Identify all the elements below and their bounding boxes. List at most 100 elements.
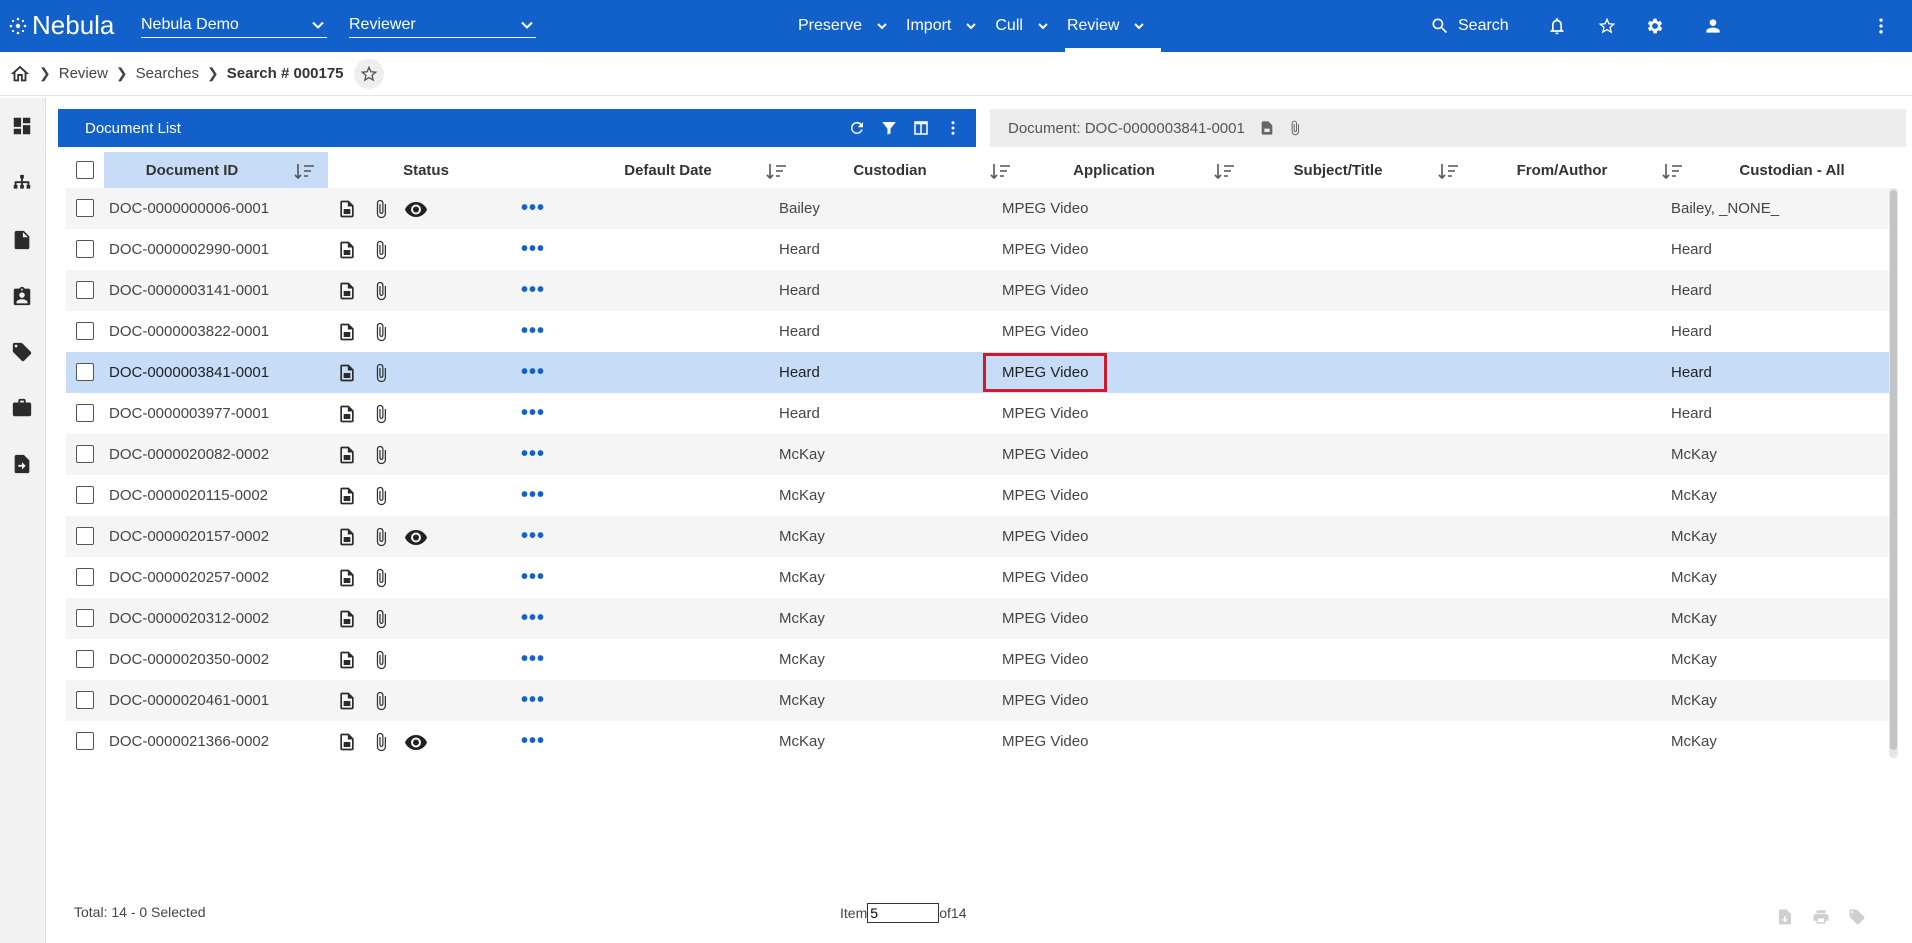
row-checkbox[interactable] — [76, 199, 94, 217]
sort-icon[interactable] — [294, 162, 316, 180]
sidebar-documents[interactable] — [10, 228, 34, 252]
table-row[interactable]: DOC-0000002990-0001 ••• Heard MPEG Video Hea… — [66, 229, 1890, 270]
video-file-icon[interactable] — [336, 239, 358, 261]
column-header-document-id[interactable]: Document ID — [104, 152, 328, 188]
paperclip-icon[interactable] — [370, 690, 392, 712]
video-file-icon[interactable] — [336, 362, 358, 384]
video-file-icon[interactable] — [336, 280, 358, 302]
paperclip-icon[interactable] — [370, 485, 392, 507]
row-actions-menu[interactable]: ••• — [521, 721, 545, 762]
row-checkbox[interactable] — [76, 281, 94, 299]
table-row[interactable]: DOC-0000003977-0001 ••• Heard MPEG Video Hea… — [66, 393, 1890, 434]
video-file-icon[interactable] — [336, 649, 358, 671]
sidebar-hierarchy[interactable] — [10, 172, 34, 196]
column-header-subject-title[interactable]: Subject/Title — [1254, 152, 1468, 188]
more-horizontal-icon[interactable]: ••• — [521, 730, 545, 753]
scrollbar-thumb[interactable] — [1890, 190, 1897, 750]
sort-icon[interactable] — [990, 162, 1012, 180]
more-horizontal-icon[interactable]: ••• — [521, 279, 545, 302]
nav-review[interactable]: Review — [1064, 0, 1162, 52]
cell-document-id[interactable]: DOC-0000000006-0001 — [109, 188, 269, 229]
cell-document-id[interactable]: DOC-0000020461-0001 — [109, 680, 269, 721]
table-row[interactable]: DOC-0000000006-0001 ••• Bailey MPEG Video Ba… — [66, 188, 1890, 229]
select-all-checkbox[interactable] — [76, 161, 94, 179]
cell-document-id[interactable]: DOC-0000021366-0002 — [109, 721, 269, 762]
row-actions-menu[interactable]: ••• — [521, 270, 545, 311]
chevron-down-icon[interactable] — [1133, 20, 1145, 32]
notifications-button[interactable] — [1547, 16, 1567, 36]
table-row[interactable]: DOC-0000020350-0002 ••• McKay MPEG Video McK… — [66, 639, 1890, 680]
chevron-down-icon[interactable] — [876, 20, 888, 32]
table-row[interactable]: DOC-0000020082-0002 ••• McKay MPEG Video McK… — [66, 434, 1890, 475]
breadcrumb-review[interactable]: Review — [59, 65, 108, 82]
row-actions-menu[interactable]: ••• — [521, 188, 545, 229]
more-horizontal-icon[interactable]: ••• — [521, 484, 545, 507]
column-header-custodian[interactable]: Custodian — [806, 152, 1020, 188]
paperclip-icon[interactable] — [370, 362, 392, 384]
sort-icon[interactable] — [766, 162, 788, 180]
video-file-icon[interactable] — [1259, 120, 1275, 136]
paperclip-icon[interactable] — [370, 239, 392, 261]
row-checkbox[interactable] — [76, 527, 94, 545]
more-horizontal-icon[interactable]: ••• — [521, 648, 545, 671]
video-file-icon[interactable] — [336, 567, 358, 589]
document-viewer-tab[interactable]: Document: DOC-0000003841-0001 — [990, 109, 1906, 147]
search-button[interactable]: Search — [1430, 16, 1509, 36]
sidebar-export[interactable] — [10, 452, 34, 476]
paperclip-icon[interactable] — [370, 444, 392, 466]
video-file-icon[interactable] — [336, 608, 358, 630]
sort-icon[interactable] — [1438, 162, 1460, 180]
grid-scrollbar[interactable] — [1889, 188, 1898, 758]
row-checkbox[interactable] — [76, 691, 94, 709]
row-checkbox[interactable] — [76, 650, 94, 668]
row-checkbox[interactable] — [76, 568, 94, 586]
filter-icon[interactable] — [880, 119, 898, 137]
cell-document-id[interactable]: DOC-0000003977-0001 — [109, 393, 269, 434]
column-header-status[interactable]: Status — [366, 152, 486, 188]
row-checkbox[interactable] — [76, 322, 94, 340]
paperclip-icon[interactable] — [370, 608, 392, 630]
video-file-icon[interactable] — [336, 321, 358, 343]
sidebar-cases[interactable] — [10, 396, 34, 420]
nav-cull[interactable]: Cull — [993, 0, 1051, 52]
cell-document-id[interactable]: DOC-0000020257-0002 — [109, 557, 269, 598]
cell-document-id[interactable]: DOC-0000020082-0002 — [109, 434, 269, 475]
row-actions-menu[interactable]: ••• — [521, 598, 545, 639]
paperclip-icon[interactable] — [370, 280, 392, 302]
paperclip-icon[interactable] — [370, 321, 392, 343]
cell-document-id[interactable]: DOC-0000020115-0002 — [109, 475, 268, 516]
row-actions-menu[interactable]: ••• — [521, 639, 545, 680]
column-header-application[interactable]: Application — [1030, 152, 1244, 188]
table-row[interactable]: DOC-0000020157-0002 ••• McKay MPEG Video McK… — [66, 516, 1890, 557]
more-horizontal-icon[interactable]: ••• — [521, 197, 545, 220]
sort-icon[interactable] — [1214, 162, 1236, 180]
more-horizontal-icon[interactable]: ••• — [521, 525, 545, 548]
table-row[interactable]: DOC-0000020257-0002 ••• McKay MPEG Video McK… — [66, 557, 1890, 598]
row-checkbox[interactable] — [76, 363, 94, 381]
video-file-icon[interactable] — [336, 526, 358, 548]
nebula-logo[interactable]: Nebula — [8, 10, 114, 41]
table-row[interactable]: DOC-0000020461-0001 ••• McKay MPEG Video McK… — [66, 680, 1890, 721]
more-horizontal-icon[interactable]: ••• — [521, 443, 545, 466]
table-row[interactable]: DOC-0000021366-0002 ••• McKay MPEG Video McK… — [66, 721, 1890, 762]
paperclip-icon[interactable] — [1287, 120, 1303, 136]
chevron-down-icon[interactable] — [1037, 20, 1049, 32]
table-row[interactable]: DOC-0000003822-0001 ••• Heard MPEG Video Hea… — [66, 311, 1890, 352]
cell-document-id[interactable]: DOC-0000020157-0002 — [109, 516, 269, 557]
download-icon[interactable] — [1776, 908, 1794, 926]
table-row[interactable]: DOC-0000003841-0001 ••• Heard MPEG Video Hea… — [66, 352, 1890, 393]
table-row[interactable]: DOC-0000020312-0002 ••• McKay MPEG Video McK… — [66, 598, 1890, 639]
video-file-icon[interactable] — [336, 485, 358, 507]
column-header-default-date[interactable]: Default Date — [586, 152, 796, 188]
video-file-icon[interactable] — [336, 403, 358, 425]
column-layout-icon[interactable] — [912, 119, 930, 137]
row-actions-menu[interactable]: ••• — [521, 311, 545, 352]
sidebar-custodians[interactable] — [10, 284, 34, 308]
more-horizontal-icon[interactable]: ••• — [521, 607, 545, 630]
more-horizontal-icon[interactable]: ••• — [521, 361, 545, 384]
item-number-input[interactable] — [867, 903, 940, 923]
row-actions-menu[interactable]: ••• — [521, 516, 545, 557]
video-file-icon[interactable] — [336, 198, 358, 220]
more-horizontal-icon[interactable]: ••• — [521, 238, 545, 261]
sidebar-tags[interactable] — [10, 340, 34, 364]
